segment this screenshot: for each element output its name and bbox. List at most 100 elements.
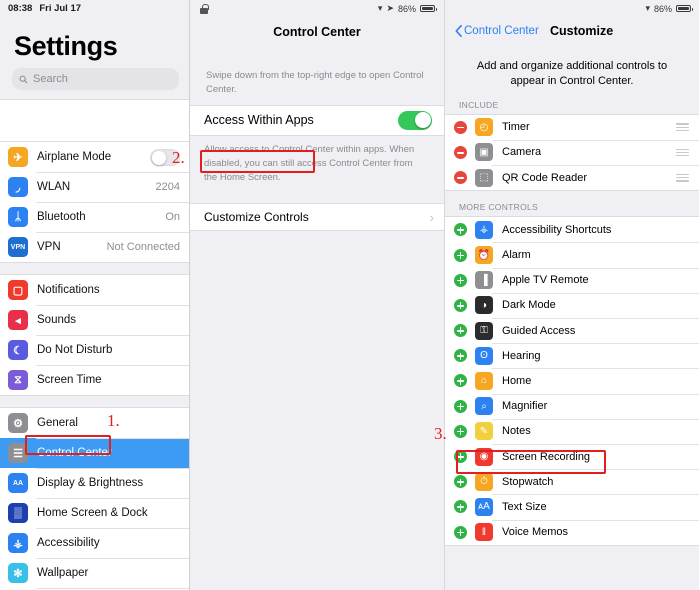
text-size-icon: ᴀA — [475, 497, 493, 516]
control-row-apple-tv-remote[interactable]: ▐ Apple TV Remote — [445, 267, 699, 293]
sidebar-group-spacer — [0, 263, 189, 274]
add-icon[interactable] — [454, 223, 467, 237]
search-field-wrapper: Search — [0, 68, 189, 99]
control-label: Home — [502, 374, 532, 387]
sounds-icon: ◂ — [8, 310, 28, 330]
sidebar-item-vpn[interactable]: VPN VPN Not Connected — [0, 232, 189, 262]
add-icon[interactable] — [454, 399, 467, 413]
sidebar-item-general[interactable]: ⚙ General — [0, 408, 189, 438]
control-row-text-size[interactable]: ᴀA Text Size — [445, 494, 699, 520]
annotation-step-3: 3. — [434, 424, 447, 443]
add-icon[interactable] — [454, 525, 467, 539]
chevron-left-icon — [455, 25, 462, 37]
control-row-hearing[interactable]: ʘ Hearing — [445, 343, 699, 369]
access-within-apps-toggle[interactable] — [398, 110, 432, 130]
reorder-handle-icon[interactable] — [676, 173, 689, 182]
control-row-voice-memos[interactable]: ‖ Voice Memos — [445, 519, 699, 545]
remove-icon[interactable] — [454, 145, 467, 159]
accessibility-shortcuts-icon: ⚶ — [475, 220, 493, 239]
sidebar-item-do-not-disturb[interactable]: ☾ Do Not Disturb — [0, 335, 189, 365]
sidebar-item-wallpaper[interactable]: ✻ Wallpaper — [0, 558, 189, 588]
accessibility-icon: ⚶ — [8, 533, 28, 553]
customize-title: Customize — [550, 24, 614, 38]
control-row-camera[interactable]: ▣ Camera — [445, 139, 699, 166]
sidebar-item-bluetooth[interactable]: ᛦ Bluetooth On — [0, 202, 189, 232]
status-time: 08:38 — [8, 3, 33, 14]
add-icon[interactable] — [454, 248, 467, 262]
control-row-home[interactable]: ⌂ Home — [445, 368, 699, 394]
apple-tv-remote-icon: ▐ — [475, 271, 493, 290]
control-row-guided-access[interactable]: ⚿ Guided Access — [445, 318, 699, 344]
customize-nav-bar: Control Center Customize — [445, 17, 699, 45]
add-icon[interactable] — [454, 349, 467, 363]
sidebar-group-spacer — [0, 396, 189, 407]
sidebar-item-label: VPN — [37, 241, 61, 253]
back-button[interactable]: Control Center — [455, 25, 539, 37]
controls-list: ⚶ Accessibility Shortcuts ⏰ Alarm ▐ Apple TV … — [445, 216, 699, 546]
add-icon[interactable] — [454, 500, 467, 514]
control-row-alarm[interactable]: ⏰ Alarm — [445, 242, 699, 268]
customize-controls-row[interactable]: Customize Controls › — [190, 203, 444, 232]
reorder-handle-icon[interactable] — [676, 148, 689, 157]
sidebar-item-value: 2204 — [155, 181, 180, 193]
sidebar-item-value: Not Connected — [106, 241, 180, 253]
sidebar-item-label: WLAN — [37, 181, 71, 193]
middle-status-bar: ▾ ➤ 86% — [190, 0, 444, 17]
sidebar-item-label: Accessibility — [37, 537, 100, 549]
wallpaper-icon: ✻ — [8, 563, 28, 583]
notes-icon: ✎ — [475, 422, 493, 441]
general-icon: ⚙ — [8, 413, 28, 433]
notifications-icon: ▢ — [8, 280, 28, 300]
sidebar-item-airplane-mode[interactable]: ✈ Airplane Mode — [0, 142, 189, 172]
chevron-right-icon: › — [429, 209, 434, 225]
do-not-disturb-icon: ☾ — [8, 340, 28, 360]
control-label: Dark Mode — [502, 299, 556, 312]
add-icon[interactable] — [454, 273, 467, 287]
control-center-highlight — [25, 435, 111, 455]
voice-memos-icon: ‖ — [475, 523, 493, 542]
display-brightness-icon: AA — [8, 473, 28, 493]
sidebar-group: ✈ Airplane Mode ◞ WLAN 2204 ᛦ Bluetooth On VPN VP… — [0, 141, 189, 263]
middle-nav-title: Control Center — [273, 25, 361, 39]
control-center-hint: Swipe down from the top-right edge to op… — [206, 70, 424, 95]
control-label: Guided Access — [502, 324, 576, 337]
add-icon[interactable] — [454, 475, 467, 489]
sidebar-item-notifications[interactable]: ▢ Notifications — [0, 275, 189, 305]
location-icon: ➤ — [386, 3, 394, 13]
control-row-notes[interactable]: ✎ Notes — [445, 418, 699, 444]
control-row-timer[interactable]: ◴ Timer — [445, 114, 699, 140]
sidebar-item-label: Wallpaper — [37, 567, 89, 579]
sidebar-item-display-brightness[interactable]: AA Display & Brightness — [0, 468, 189, 498]
control-label: Accessibility Shortcuts — [502, 223, 612, 236]
sidebar-item-accessibility[interactable]: ⚶ Accessibility — [0, 528, 189, 558]
control-row-magnifier[interactable]: ⌕ Magnifier — [445, 393, 699, 419]
add-icon[interactable] — [454, 424, 467, 438]
customize-description: Add and organize additional controls to … — [476, 60, 668, 87]
section-header: INCLUDE — [459, 99, 499, 110]
battery-percent: 86% — [397, 3, 416, 14]
reorder-handle-icon[interactable] — [676, 123, 689, 132]
sidebar-item-sounds[interactable]: ◂ Sounds — [0, 305, 189, 335]
control-label: Alarm — [502, 249, 531, 262]
add-icon[interactable] — [454, 298, 467, 312]
vpn-icon: VPN — [8, 237, 28, 257]
access-within-apps-label: Access Within Apps — [204, 113, 314, 128]
add-icon[interactable] — [454, 374, 467, 388]
control-row-accessibility-shortcuts[interactable]: ⚶ Accessibility Shortcuts — [445, 217, 699, 243]
magnifier-icon: ⌕ — [475, 397, 493, 416]
control-row-qr-code-reader[interactable]: ⬚ QR Code Reader — [445, 165, 699, 191]
remove-icon[interactable] — [454, 171, 467, 185]
camera-icon: ▣ — [475, 143, 493, 162]
sidebar-groups: ✈ Airplane Mode ◞ WLAN 2204 ᛦ Bluetooth On VPN VP… — [0, 141, 189, 590]
remove-icon[interactable] — [454, 120, 467, 134]
sidebar-item-screen-time[interactable]: ⧖ Screen Time — [0, 365, 189, 395]
sidebar-status-bar: 08:38 Fri Jul 17 — [0, 0, 189, 17]
search-input[interactable]: Search — [12, 68, 179, 90]
access-within-apps-row[interactable]: Access Within Apps — [190, 104, 444, 136]
control-label: QR Code Reader — [502, 171, 587, 184]
sidebar-item-home-screen-dock[interactable]: ▒ Home Screen & Dock — [0, 498, 189, 528]
add-icon[interactable] — [454, 324, 467, 338]
control-row-dark-mode[interactable]: ◑ Dark Mode — [445, 292, 699, 318]
sidebar-item-wlan[interactable]: ◞ WLAN 2204 — [0, 172, 189, 202]
home-icon: ⌂ — [475, 371, 493, 390]
